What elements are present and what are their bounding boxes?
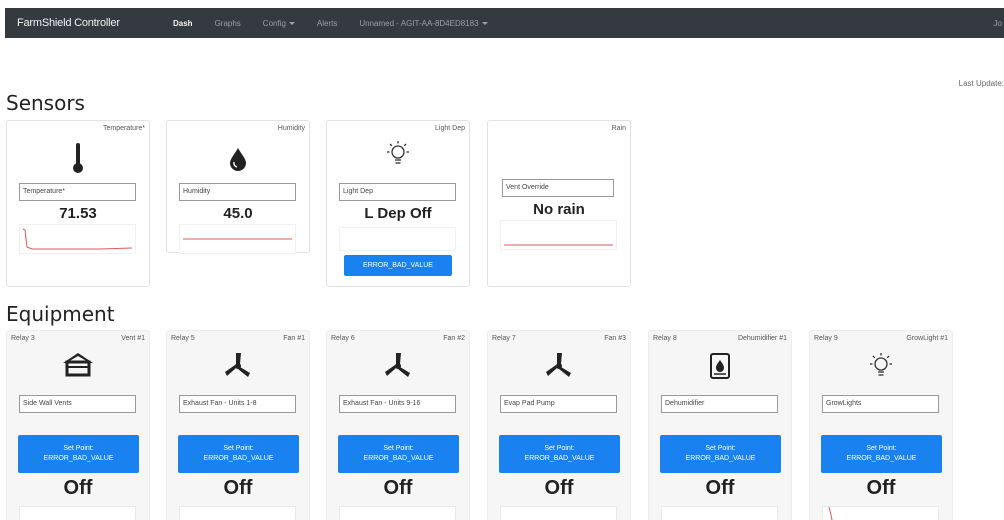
equipment-card-fan-2: Relay 6 Fan #2 Exhaust Fan - Units 9-16 … xyxy=(326,330,470,520)
set-point-button[interactable]: Set Point: ERROR_BAD_VALUE xyxy=(821,435,942,473)
fan-icon xyxy=(488,351,630,381)
sparkline-chart xyxy=(19,506,136,520)
sparkline-chart xyxy=(19,224,136,254)
relay-label: Relay 8 xyxy=(653,335,677,342)
set-point-value: ERROR_BAD_VALUE xyxy=(43,455,114,462)
set-point-button[interactable]: Set Point: ERROR_BAD_VALUE xyxy=(660,435,781,473)
equipment-state: Off xyxy=(383,477,413,499)
sensor-card-light-dep: Light Dep Light Dep L Dep Off ERROR_BAD_… xyxy=(326,120,470,287)
last-updated: Last Update: xyxy=(958,79,1004,88)
relay-label: Relay 9 xyxy=(814,335,838,342)
sensor-card-rain: Rain Vent Override No rain xyxy=(487,120,631,287)
nav-alerts[interactable]: Alerts xyxy=(317,19,337,28)
sensor-card-humidity: Humidity Humidity 45.0 xyxy=(166,120,310,254)
sparkline-chart xyxy=(179,506,296,520)
sparkline-chart xyxy=(339,506,456,520)
nav-graphs[interactable]: Graphs xyxy=(215,19,241,28)
nav-dash[interactable]: Dash xyxy=(173,19,193,28)
droplet-icon xyxy=(167,147,309,171)
sensor-header: Humidity xyxy=(277,125,305,132)
user-menu[interactable]: Jo xyxy=(994,19,1002,28)
sparkline-chart xyxy=(500,506,617,520)
sensor-card-temperature: Temperature* Temperature* 71.53 xyxy=(6,120,150,287)
sensor-value: No rain xyxy=(533,201,585,218)
equipment-name-field[interactable]: Side Wall Vents xyxy=(19,395,136,413)
equipment-card-growlight: Relay 9 GrowLight #1 GrowLights Set Poin… xyxy=(809,330,953,520)
fan-icon xyxy=(327,351,469,381)
set-point-value: ERROR_BAD_VALUE xyxy=(524,455,595,462)
equipment-card-fan-1: Relay 5 Fan #1 Exhaust Fan - Units 1-8 S… xyxy=(166,330,310,520)
equipment-heading: Equipment xyxy=(6,302,115,326)
equipment-state: Off xyxy=(866,477,896,499)
equipment-name-field[interactable]: Exhaust Fan - Units 9-16 xyxy=(339,395,456,413)
sensor-name-field[interactable]: Humidity xyxy=(179,183,296,201)
nav-config-label: Config xyxy=(262,18,286,28)
equipment-name-field[interactable]: GrowLights xyxy=(822,395,939,413)
equipment-name-field[interactable]: Dehumidifier xyxy=(661,395,778,413)
chevron-down-icon xyxy=(288,21,295,25)
sensor-header: Rain xyxy=(611,125,626,132)
sensor-value: 45.0 xyxy=(223,205,253,222)
sparkline-chart xyxy=(661,506,778,520)
set-point-button[interactable]: Set Point: ERROR_BAD_VALUE xyxy=(338,435,459,473)
equipment-card-fan-3: Relay 7 Fan #3 Evap Pad Pump Set Point: E… xyxy=(487,330,631,520)
sparkline-chart xyxy=(339,227,456,251)
set-point-button[interactable]: Set Point: ERROR_BAD_VALUE xyxy=(18,435,139,473)
set-point-button[interactable]: Set Point: ERROR_BAD_VALUE xyxy=(178,435,299,473)
equipment-state: Off xyxy=(705,477,735,499)
sensor-name-field[interactable]: Light Dep xyxy=(339,183,456,201)
relay-label: Relay 7 xyxy=(492,335,516,342)
set-point-value: ERROR_BAD_VALUE xyxy=(363,455,434,462)
top-navbar: FarmShield Controller Dash Graphs Config… xyxy=(5,8,1004,38)
error-status-button[interactable]: ERROR_BAD_VALUE xyxy=(344,255,452,276)
set-point-value: ERROR_BAD_VALUE xyxy=(846,455,917,462)
relay-label: Relay 5 xyxy=(171,335,195,342)
device-select-label: Unnamed - AGIT-AA-8D4ED8183 xyxy=(359,18,479,28)
relay-label: Relay 3 xyxy=(11,335,35,342)
greenhouse-icon xyxy=(7,351,149,377)
equipment-card-vent: Relay 3 Vent #1 Side Wall Vents Set Poin… xyxy=(6,330,150,520)
set-point-label: Set Point: xyxy=(383,445,414,452)
equipment-state: Off xyxy=(63,477,93,499)
sensor-name-field[interactable]: Temperature* xyxy=(19,183,136,201)
sparkline-chart xyxy=(500,220,617,250)
equipment-name-field[interactable]: Exhaust Fan - Units 1-8 xyxy=(179,395,296,413)
set-point-label: Set Point: xyxy=(63,445,94,452)
fan-icon xyxy=(167,351,309,381)
sensor-name-field[interactable]: Vent Override xyxy=(502,179,614,197)
set-point-label: Set Point: xyxy=(544,445,575,452)
sensors-heading: Sensors xyxy=(6,91,85,115)
relay-label: Relay 6 xyxy=(331,335,355,342)
sparkline-chart xyxy=(179,224,296,254)
sensor-value: L Dep Off xyxy=(364,205,432,222)
lightbulb-icon xyxy=(327,139,469,169)
sensor-header: Light Dep xyxy=(435,125,465,132)
set-point-value: ERROR_BAD_VALUE xyxy=(685,455,756,462)
equipment-state: Off xyxy=(544,477,574,499)
equipment-name-field[interactable]: Evap Pad Pump xyxy=(500,395,617,413)
nav-config[interactable]: Config xyxy=(263,19,295,28)
equipment-card-dehumidifier: Relay 8 Dehumidifier #1 Dehumidifier Set… xyxy=(648,330,792,520)
lightbulb-icon xyxy=(810,351,952,381)
equipment-name: Fan #1 xyxy=(283,335,305,342)
equipment-name: Vent #1 xyxy=(121,335,145,342)
brand-title[interactable]: FarmShield Controller xyxy=(17,17,157,29)
sensor-value: 71.53 xyxy=(59,205,97,222)
thermometer-icon xyxy=(7,141,149,175)
chevron-down-icon xyxy=(481,21,488,25)
nav-device-select[interactable]: Unnamed - AGIT-AA-8D4ED8183 xyxy=(359,18,488,28)
equipment-name: Fan #2 xyxy=(443,335,465,342)
equipment-name: GrowLight #1 xyxy=(906,335,948,342)
set-point-label: Set Point: xyxy=(705,445,736,452)
equipment-state: Off xyxy=(223,477,253,499)
equipment-name: Dehumidifier #1 xyxy=(737,335,787,342)
equipment-name: Fan #3 xyxy=(604,335,626,342)
dehumidifier-icon xyxy=(649,353,791,379)
set-point-label: Set Point: xyxy=(223,445,254,452)
set-point-value: ERROR_BAD_VALUE xyxy=(203,455,274,462)
set-point-button[interactable]: Set Point: ERROR_BAD_VALUE xyxy=(499,435,620,473)
sensor-header: Temperature* xyxy=(102,125,145,132)
set-point-label: Set Point: xyxy=(866,445,897,452)
sparkline-chart xyxy=(822,506,939,520)
